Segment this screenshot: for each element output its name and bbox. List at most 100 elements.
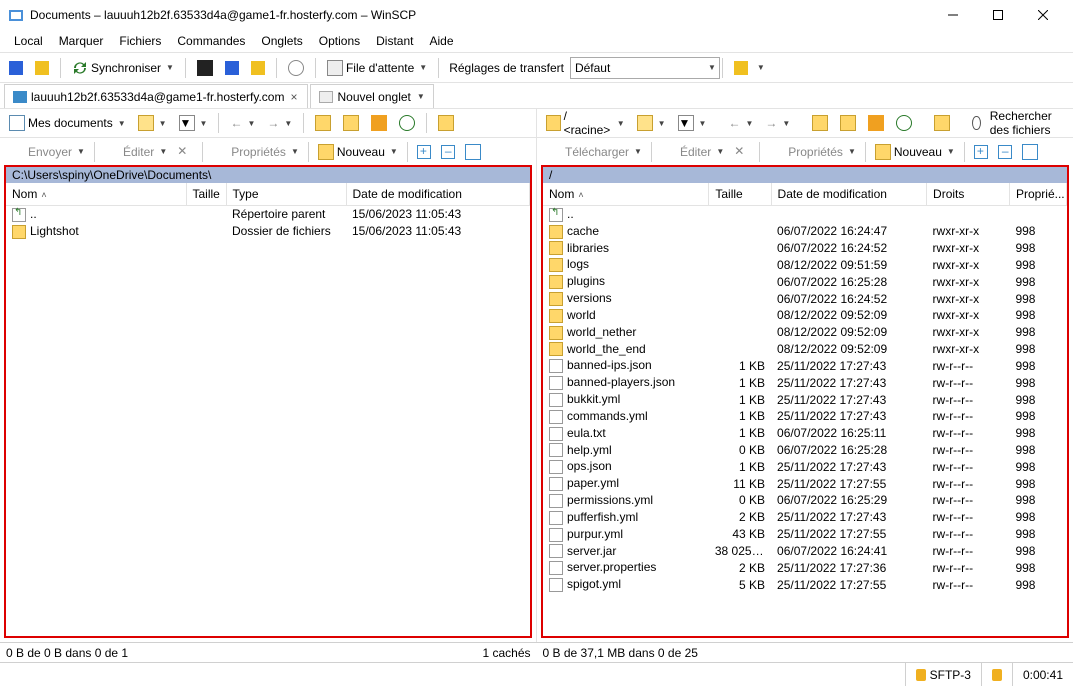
table-row[interactable]: versions06/07/2022 16:24:52rwxr-xr-x998 [543,290,1067,307]
local-properties-button[interactable]: Propriétés▼ [207,140,304,164]
remote-deselect-all-button[interactable] [993,140,1017,164]
local-drive-button[interactable]: Mes documents ▼ [4,111,131,135]
synchronize-button[interactable]: Synchroniser ▼ [67,56,179,80]
remote-up-folder-button[interactable] [807,111,833,135]
table-row[interactable]: bukkit.yml1 KB25/11/2022 17:27:43rw-r--r… [543,391,1067,408]
local-select-all-button[interactable] [412,140,436,164]
local-new-button[interactable]: Nouveau▼ [313,140,403,164]
col-owner[interactable]: Proprié... [1009,183,1066,206]
remote-invert-select-button[interactable] [1017,140,1043,164]
table-row[interactable]: server.properties2 KB25/11/2022 17:27:36… [543,559,1067,576]
local-deselect-all-button[interactable] [436,140,460,164]
menu-marquer[interactable]: Marquer [51,32,112,50]
toolbar-icon-b[interactable] [30,56,54,80]
toolbar-icon-a[interactable] [4,56,28,80]
remote-drive-button[interactable]: / <racine> ▼ [541,111,630,135]
chevron-down-icon[interactable]: ▼ [757,63,765,72]
table-row[interactable]: .. [543,206,1067,223]
local-root-folder-button[interactable] [338,111,364,135]
local-delete-button[interactable]: ✕ [172,140,198,164]
table-row[interactable]: spigot.yml5 KB25/11/2022 17:27:55rw-r--r… [543,576,1067,593]
local-invert-select-button[interactable] [460,140,486,164]
remote-bookmark-button[interactable] [929,111,955,135]
remote-back-button[interactable]: ←▼ [723,111,758,135]
table-row[interactable]: logs08/12/2022 09:51:59rwxr-xr-x998 [543,256,1067,273]
local-forward-button[interactable]: →▼ [262,111,297,135]
toolbar-icon-d[interactable] [729,56,753,80]
table-row[interactable]: plugins06/07/2022 16:25:28rwxr-xr-x998 [543,273,1067,290]
table-row[interactable]: paper.yml11 KB25/11/2022 17:27:55rw-r--r… [543,475,1067,492]
remote-new-button[interactable]: Nouveau▼ [870,140,960,164]
compare-button[interactable] [220,56,244,80]
remote-delete-button[interactable]: ✕ [729,140,755,164]
menu-local[interactable]: Local [6,32,51,50]
terminal-button[interactable] [192,56,218,80]
menu-commandes[interactable]: Commandes [169,32,253,50]
close-button[interactable] [1020,0,1065,30]
table-row[interactable]: banned-players.json1 KB25/11/2022 17:27:… [543,374,1067,391]
chevron-down-icon[interactable]: ▼ [708,63,716,72]
menu-aide[interactable]: Aide [422,32,462,50]
local-home-button[interactable] [366,111,392,135]
table-row[interactable]: pufferfish.yml2 KB25/11/2022 17:27:43rw-… [543,509,1067,526]
table-row[interactable]: commands.yml1 KB25/11/2022 17:27:43rw-r-… [543,408,1067,425]
queue-button[interactable]: File d'attente ▼ [322,56,432,80]
tab-session[interactable]: lauuuh12b2f.63533d4a@game1-fr.hosterfy.c… [4,84,308,108]
remote-edit-button[interactable]: Éditer▼ [656,140,729,164]
close-icon[interactable]: × [288,90,299,104]
remote-forward-button[interactable]: →▼ [760,111,795,135]
local-open-folder-button[interactable]: ▼ [133,111,172,135]
table-row[interactable]: world_the_end08/12/2022 09:52:09rwxr-xr-… [543,341,1067,358]
table-row[interactable]: world08/12/2022 09:52:09rwxr-xr-x998 [543,307,1067,324]
table-row[interactable]: purpur.yml43 KB25/11/2022 17:27:55rw-r--… [543,526,1067,543]
col-mtime[interactable]: Date de modification [346,183,530,206]
local-up-folder-button[interactable] [310,111,336,135]
local-filter-button[interactable]: ▼▼ [174,111,213,135]
col-size[interactable]: Taille [186,183,226,206]
table-row[interactable]: eula.txt1 KB06/07/2022 16:25:11rw-r--r--… [543,425,1067,442]
local-back-button[interactable]: ←▼ [225,111,260,135]
footer-lock[interactable] [981,663,1012,686]
settings-button[interactable] [283,56,309,80]
table-row[interactable]: banned-ips.json1 KB25/11/2022 17:27:43rw… [543,357,1067,374]
maximize-button[interactable] [975,0,1020,30]
remote-root-folder-button[interactable] [835,111,861,135]
table-row[interactable]: cache06/07/2022 16:24:47rwxr-xr-x998 [543,223,1067,240]
col-mtime[interactable]: Date de modification [771,183,926,206]
remote-file-list[interactable]: Nom˄ Taille Date de modification Droits … [541,183,1069,638]
remote-download-button[interactable]: Télécharger▼ [541,140,647,164]
remote-filter-button[interactable]: ▼▼ [673,111,712,135]
col-type[interactable]: Type [226,183,346,206]
local-refresh-button[interactable] [394,111,420,135]
menu-fichiers[interactable]: Fichiers [111,32,169,50]
menu-onglets[interactable]: Onglets [253,32,310,50]
footer-protocol[interactable]: SFTP-3 [905,663,981,686]
table-row[interactable]: server.jar38 025 KB06/07/2022 16:24:41rw… [543,543,1067,560]
local-bookmark-button[interactable] [433,111,459,135]
menu-options[interactable]: Options [311,32,368,50]
remote-path[interactable]: / [541,165,1069,183]
toolbar-icon-c[interactable] [246,56,270,80]
minimize-button[interactable] [930,0,975,30]
col-size[interactable]: Taille [709,183,771,206]
remote-search-button[interactable]: Rechercher des fichiers [967,111,1062,135]
table-row[interactable]: libraries06/07/2022 16:24:52rwxr-xr-x998 [543,240,1067,257]
remote-refresh-button[interactable] [891,111,917,135]
table-row[interactable]: ..Répertoire parent15/06/2023 11:05:43 [6,206,530,223]
tab-new[interactable]: Nouvel onglet ▼ [310,84,433,108]
table-row[interactable]: help.yml0 KB06/07/2022 16:25:28rw-r--r--… [543,442,1067,459]
local-file-list[interactable]: Nom˄ Taille Type Date de modification ..… [4,183,532,638]
menu-distant[interactable]: Distant [368,32,421,50]
local-send-button[interactable]: Envoyer▼ [4,140,90,164]
transfer-settings-select[interactable] [570,57,720,79]
col-name[interactable]: Nom˄ [6,183,186,206]
col-rights[interactable]: Droits [927,183,1010,206]
local-edit-button[interactable]: Éditer▼ [99,140,172,164]
table-row[interactable]: world_nether08/12/2022 09:52:09rwxr-xr-x… [543,324,1067,341]
local-path[interactable]: C:\Users\spiny\OneDrive\Documents\ [4,165,532,183]
remote-select-all-button[interactable] [969,140,993,164]
remote-home-button[interactable] [863,111,889,135]
table-row[interactable]: ops.json1 KB25/11/2022 17:27:43rw-r--r--… [543,458,1067,475]
remote-properties-button[interactable]: Propriétés▼ [764,140,861,164]
col-name[interactable]: Nom˄ [543,183,709,206]
